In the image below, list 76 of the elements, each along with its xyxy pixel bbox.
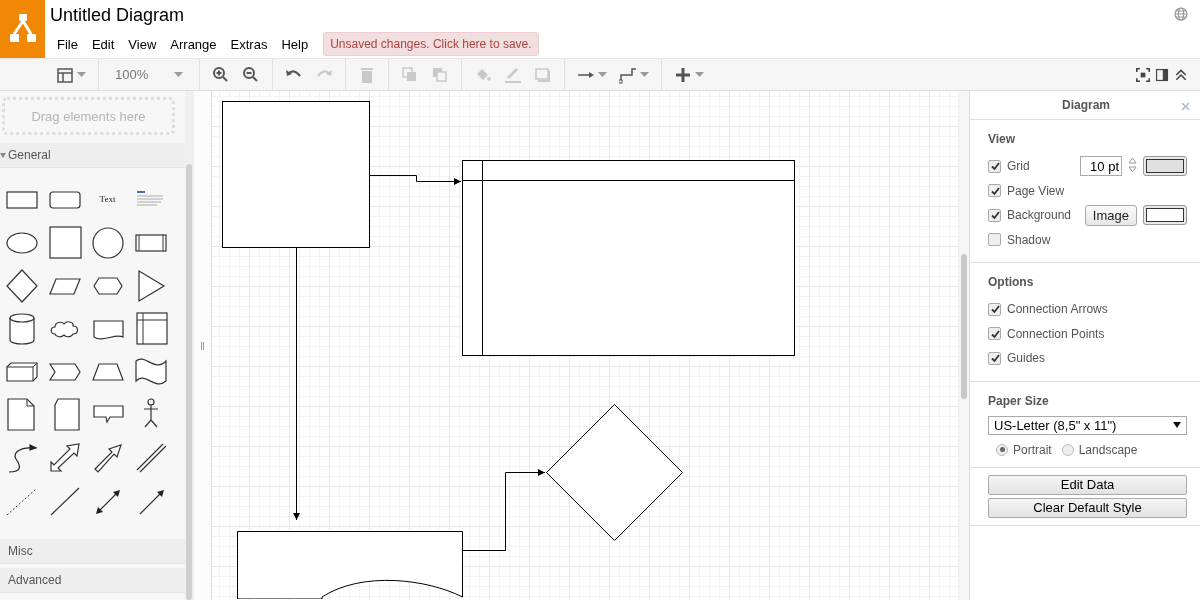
connector-arrow[interactable] bbox=[462, 469, 546, 551]
checkbox[interactable] bbox=[988, 351, 1001, 365]
caret-icon bbox=[174, 72, 183, 77]
collapse-icon[interactable] bbox=[1174, 67, 1188, 82]
check-icon bbox=[989, 185, 1000, 196]
fit-screen-icon[interactable] bbox=[1136, 67, 1150, 82]
panel-button[interactable]: Clear Default Style bbox=[988, 497, 1187, 518]
caret-icon bbox=[598, 72, 607, 77]
paper-size-dropdown[interactable]: US-Letter (8,5" x 11") bbox=[988, 415, 1187, 435]
checkbox[interactable] bbox=[988, 159, 1001, 173]
panel-title: Diagram bbox=[1062, 98, 1110, 112]
connector-arrow[interactable] bbox=[369, 175, 462, 185]
menu-item[interactable]: Extras bbox=[223, 33, 275, 55]
zoom-in-icon[interactable] bbox=[212, 65, 230, 84]
caret-icon bbox=[0, 152, 6, 158]
document-shape[interactable] bbox=[237, 531, 463, 599]
menu-item[interactable]: Help bbox=[274, 33, 316, 55]
section-title: Options bbox=[988, 275, 1035, 289]
checkbox[interactable] bbox=[988, 233, 1001, 247]
text-shape[interactable]: Text bbox=[99, 193, 116, 204]
waypoint-icon[interactable] bbox=[619, 65, 637, 84]
connector-arrow[interactable] bbox=[293, 247, 300, 521]
radio-label[interactable]: Portrait bbox=[1013, 442, 1052, 457]
checkbox-label[interactable]: Connection Arrows bbox=[1007, 302, 1108, 317]
panel-button[interactable]: Edit Data bbox=[988, 474, 1187, 495]
menu-item[interactable]: View bbox=[121, 33, 164, 55]
menu-item[interactable]: Arrange bbox=[163, 33, 224, 55]
checkbox-label[interactable]: Page View bbox=[1007, 183, 1065, 198]
checkbox[interactable] bbox=[988, 208, 1001, 222]
checkbox[interactable] bbox=[988, 302, 1001, 316]
check-icon bbox=[989, 353, 1000, 364]
checkbox-label[interactable]: Connection Points bbox=[1007, 326, 1105, 341]
check-icon bbox=[989, 304, 1000, 315]
palette-section-header[interactable]: Misc bbox=[0, 539, 185, 564]
menu-item[interactable]: Edit bbox=[84, 33, 122, 55]
palette-section-header[interactable]: Advanced bbox=[0, 568, 185, 593]
scrollbar-thumb[interactable] bbox=[961, 254, 967, 399]
zoom-out-icon[interactable] bbox=[242, 65, 260, 84]
container-shape[interactable] bbox=[462, 160, 795, 356]
check-icon bbox=[989, 210, 1000, 221]
diagram-title[interactable]: Untitled Diagram bbox=[50, 5, 539, 27]
logo-icon bbox=[9, 14, 36, 44]
checkbox-label[interactable]: Grid bbox=[1007, 159, 1030, 174]
image-button[interactable]: Image bbox=[1084, 204, 1137, 226]
dropdown-arrow-icon bbox=[1173, 422, 1181, 428]
caret-icon bbox=[640, 72, 649, 77]
splitter-handle-icon[interactable] bbox=[201, 341, 204, 350]
rectangle-shape[interactable] bbox=[222, 101, 370, 248]
menu-item[interactable]: File bbox=[50, 33, 85, 55]
caret-icon bbox=[695, 72, 704, 77]
panel-icon[interactable] bbox=[1155, 67, 1169, 82]
zoom-level[interactable]: 100% bbox=[115, 67, 149, 82]
checkbox-label[interactable]: Shadow bbox=[1007, 232, 1051, 247]
checkbox[interactable] bbox=[988, 184, 1001, 198]
background-color-swatch[interactable] bbox=[1143, 205, 1187, 226]
section-title: View bbox=[988, 132, 1017, 146]
spinner-icon[interactable] bbox=[1128, 155, 1137, 174]
scrollbar-thumb[interactable] bbox=[186, 164, 192, 600]
checkbox-label[interactable]: Guides bbox=[1007, 351, 1046, 366]
palette-section-header[interactable]: General bbox=[0, 143, 185, 168]
unsaved-changes-notice[interactable]: Unsaved changes. Click here to save. bbox=[323, 32, 539, 56]
checkbox[interactable] bbox=[988, 327, 1001, 341]
checkbox-label[interactable]: Background bbox=[1007, 208, 1072, 223]
radio-button[interactable] bbox=[996, 443, 1008, 456]
check-icon bbox=[989, 161, 1000, 172]
section-title: Paper Size bbox=[988, 393, 1050, 408]
app-logo[interactable] bbox=[0, 0, 45, 58]
grid-size-field[interactable]: 10 pt bbox=[1080, 156, 1122, 177]
globe-icon[interactable] bbox=[1174, 7, 1188, 21]
check-icon bbox=[989, 328, 1000, 339]
plus-icon[interactable] bbox=[674, 65, 692, 84]
grid-color-swatch[interactable] bbox=[1143, 156, 1187, 177]
layout-icon[interactable] bbox=[56, 65, 74, 84]
radio-button[interactable] bbox=[1061, 443, 1074, 456]
radio-label[interactable]: Landscape bbox=[1078, 442, 1138, 457]
caret-icon bbox=[77, 72, 86, 77]
